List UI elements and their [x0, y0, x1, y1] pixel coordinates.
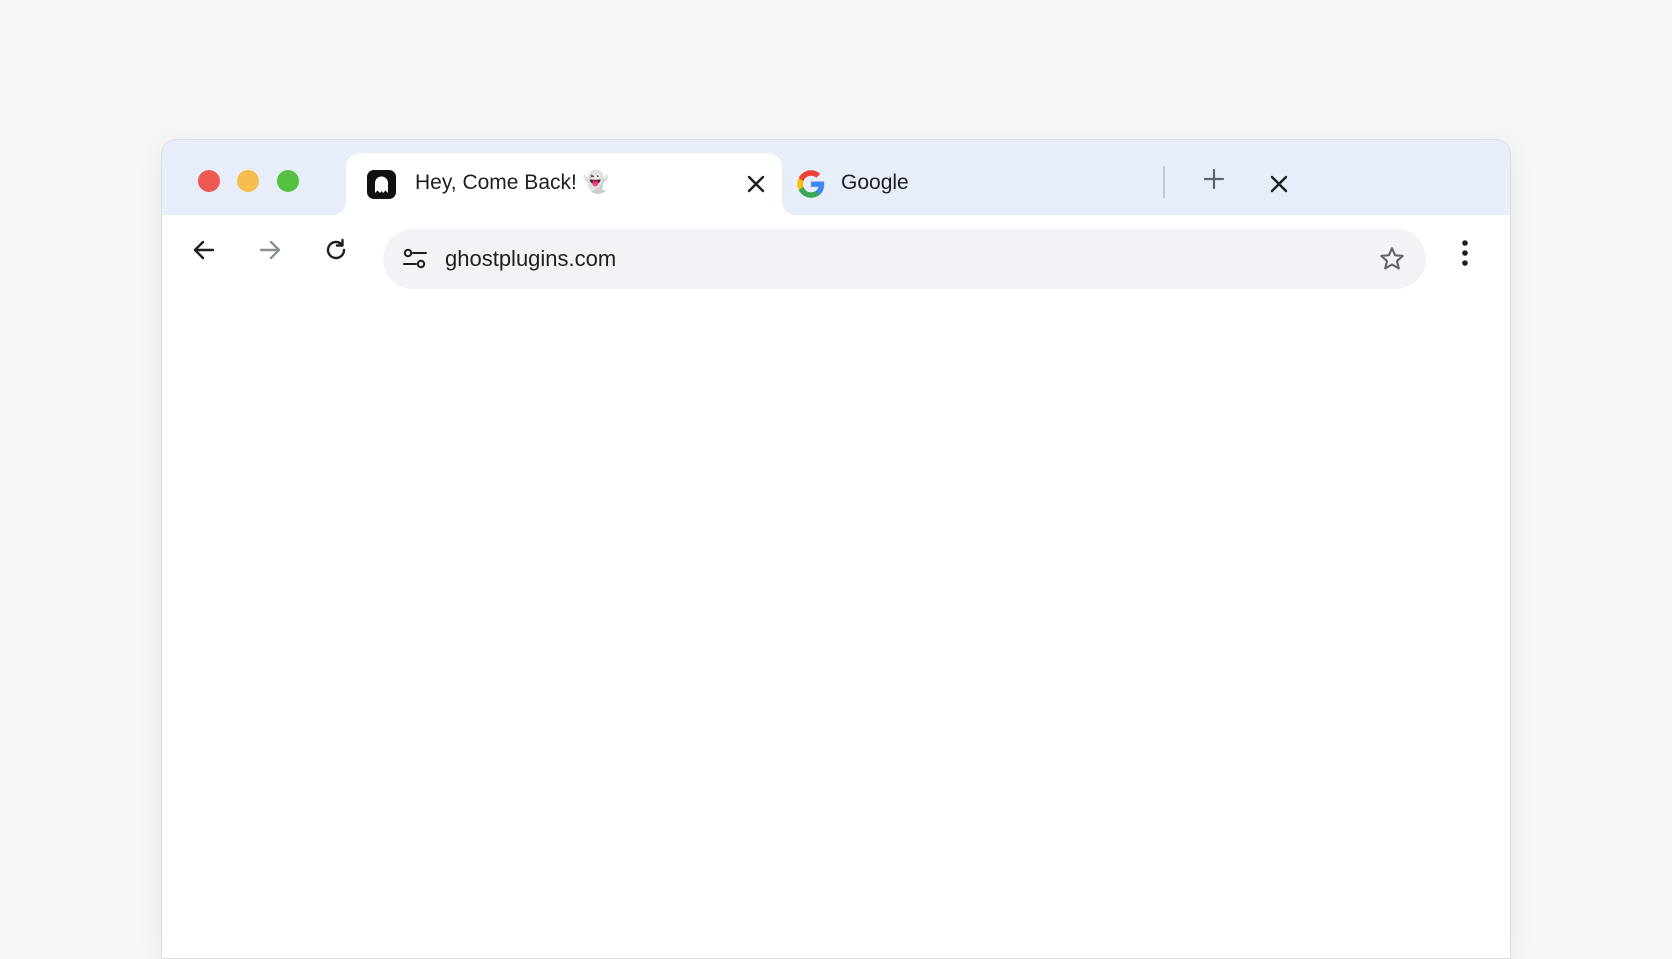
tab-divider: [1163, 166, 1165, 198]
star-outline-icon[interactable]: [1376, 243, 1408, 275]
tab-google[interactable]: Google: [786, 153, 1314, 215]
arrow-left-icon: [191, 237, 217, 268]
url-text[interactable]: ghostplugins.com: [445, 246, 616, 272]
tab-title: Hey, Come Back! 👻: [415, 171, 609, 194]
toolbar: ghostplugins.com: [162, 215, 1510, 295]
window-zoom-button[interactable]: [277, 170, 299, 192]
forward-button[interactable]: [250, 232, 290, 272]
tune-icon[interactable]: [400, 244, 430, 274]
tab-strip: Hey, Come Back! 👻 Google: [162, 140, 1510, 215]
window-minimize-button[interactable]: [237, 170, 259, 192]
reload-button[interactable]: [316, 232, 356, 272]
ghost-icon: [367, 170, 396, 199]
reload-icon: [323, 237, 349, 268]
google-g-icon: [796, 169, 826, 199]
page-content: [162, 295, 1510, 958]
back-button[interactable]: [184, 232, 224, 272]
tab-ghostplugins[interactable]: Hey, Come Back! 👻: [332, 153, 796, 215]
browser-window: Hey, Come Back! 👻 Google ghostplugins.co…: [161, 139, 1511, 959]
close-icon[interactable]: [741, 169, 771, 199]
close-icon[interactable]: [1264, 169, 1294, 199]
new-tab-button[interactable]: [1198, 165, 1230, 197]
arrow-right-icon: [257, 237, 283, 268]
address-bar[interactable]: ghostplugins.com: [383, 229, 1426, 289]
window-close-button[interactable]: [198, 170, 220, 192]
tab-title: Google: [841, 171, 909, 194]
plus-icon: [1203, 168, 1225, 195]
kebab-menu-icon[interactable]: [1447, 233, 1483, 273]
